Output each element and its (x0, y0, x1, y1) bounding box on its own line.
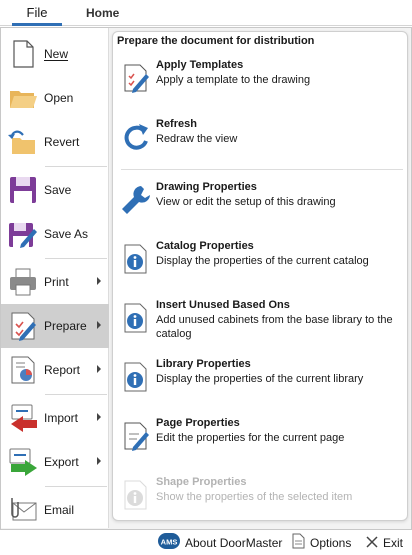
item-title: Drawing Properties (156, 181, 257, 193)
wrench-icon (119, 183, 153, 217)
menu-item-label: Report (44, 363, 81, 377)
item-description: View or edit the setup of this drawing (156, 196, 336, 208)
tab-file[interactable]: File (12, 0, 62, 26)
menu-item-label: Import (44, 411, 79, 425)
page-properties-item[interactable]: Page Properties Edit the properties for … (119, 417, 403, 471)
shape-properties-item: Shape Properties Show the properties of … (119, 476, 403, 530)
close-icon (366, 534, 378, 554)
menu-item-label: Export (44, 455, 79, 469)
menu-separator (45, 394, 107, 395)
item-description: Show the properties of the selected item (156, 491, 353, 503)
refresh-icon (119, 120, 153, 154)
options-label: Options (310, 536, 352, 551)
menu-item-revert[interactable]: Revert (1, 120, 109, 164)
page-edit-icon (119, 419, 153, 453)
file-menu: New Open Revert Save Save As Print Prepa… (1, 28, 109, 528)
panel-separator (121, 169, 403, 170)
ams-logo-icon: AMS (158, 533, 180, 555)
submenu-arrow-icon (97, 365, 101, 373)
item-title: Insert Unused Based Ons (156, 299, 290, 311)
tab-home[interactable]: Home (86, 0, 119, 26)
item-description: Display the properties of the current ca… (156, 255, 369, 267)
info-document-icon (119, 360, 153, 394)
open-folder-icon (7, 82, 39, 114)
menu-item-email[interactable]: Email (1, 488, 109, 532)
exit-label: Exit (383, 536, 404, 550)
item-title: Apply Templates (156, 59, 244, 71)
options-document-icon (292, 533, 305, 555)
save-icon (7, 174, 39, 206)
item-title: Catalog Properties (156, 240, 254, 252)
panel-title: Prepare the document for distribution (117, 35, 315, 47)
menu-item-new[interactable]: New (1, 32, 109, 76)
new-document-icon (7, 38, 39, 70)
menu-item-print[interactable]: Print (1, 260, 109, 304)
menu-separator (45, 166, 107, 167)
library-properties-item[interactable]: Library Properties Display the propertie… (119, 358, 403, 412)
printer-icon (7, 266, 39, 298)
item-description: Display the properties of the current li… (156, 373, 364, 385)
menu-separator (45, 486, 107, 487)
import-icon (7, 402, 39, 434)
item-description: Edit the properties for the current page (156, 432, 345, 444)
ribbon-tab-bar: File Home (0, 0, 412, 26)
refresh-item[interactable]: Refresh Redraw the view (119, 118, 403, 172)
item-description: Redraw the view (156, 133, 238, 145)
prepare-icon (7, 310, 39, 342)
submenu-arrow-icon (97, 413, 101, 421)
save-as-icon (7, 218, 39, 250)
item-title: Shape Properties (156, 476, 247, 488)
insert-unused-based-ons-item[interactable]: Insert Unused Based Ons Add unused cabin… (119, 299, 403, 353)
menu-item-save[interactable]: Save (1, 168, 109, 212)
catalog-properties-item[interactable]: Catalog Properties Display the propertie… (119, 240, 403, 294)
exit-button[interactable]: Exit (366, 533, 403, 553)
apply-templates-item[interactable]: Apply Templates Apply a template to the … (119, 59, 403, 113)
export-icon (7, 446, 39, 478)
item-description: Add unused cabinets from the base librar… (156, 314, 393, 340)
menu-separator (45, 258, 107, 259)
menu-item-import[interactable]: Import (1, 396, 109, 440)
item-title: Refresh (156, 118, 197, 130)
menu-item-label: New (44, 47, 69, 61)
menu-item-prepare[interactable]: Prepare (1, 304, 109, 348)
submenu-arrow-icon (97, 321, 101, 329)
info-document-icon (119, 301, 153, 335)
menu-item-label: Prepare (44, 319, 87, 333)
revert-icon (7, 126, 39, 158)
submenu-arrow-icon (97, 457, 101, 465)
item-title: Page Properties (156, 417, 240, 429)
options-button[interactable]: Options (292, 533, 351, 553)
menu-item-label: Revert (44, 135, 80, 149)
menu-item-save-as[interactable]: Save As (1, 212, 109, 256)
about-label: About DoorMaster (185, 536, 283, 551)
menu-item-open[interactable]: Open (1, 76, 109, 120)
info-document-icon (119, 242, 153, 276)
menu-item-report[interactable]: Report (1, 348, 109, 392)
menu-item-label: Email (44, 503, 75, 517)
menu-item-export[interactable]: Export (1, 440, 109, 484)
about-button[interactable]: AMS About DoorMaster (158, 533, 282, 553)
item-title: Library Properties (156, 358, 251, 370)
status-bar: AMS About DoorMaster Options Exit (0, 530, 412, 555)
email-icon (7, 494, 39, 526)
item-description: Apply a template to the drawing (156, 74, 311, 86)
report-icon (7, 354, 39, 386)
menu-item-label: Open (44, 91, 74, 105)
drawing-properties-item[interactable]: Drawing Properties View or edit the setu… (119, 181, 403, 235)
submenu-arrow-icon (97, 277, 101, 285)
menu-item-label: Save As (44, 227, 89, 241)
info-document-icon (119, 478, 153, 512)
template-edit-icon (119, 61, 153, 95)
prepare-submenu-panel: Prepare the document for distribution Ap… (112, 31, 408, 521)
ams-logo-text: AMS (161, 538, 178, 547)
menu-item-label: Save (44, 183, 72, 197)
menu-item-label: Print (44, 275, 69, 289)
